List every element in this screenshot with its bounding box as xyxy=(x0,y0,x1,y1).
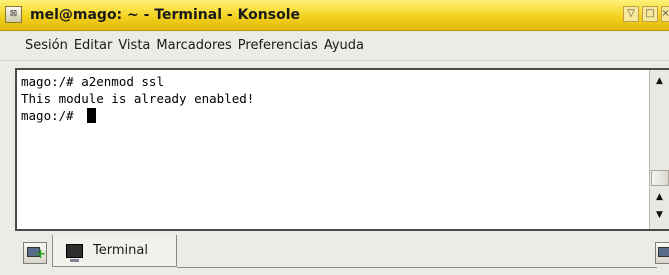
terminal-line-command: mago:/# a2enmod ssl xyxy=(21,74,164,89)
close-button[interactable]: × xyxy=(661,6,669,22)
tab-terminal[interactable]: Terminal xyxy=(52,235,177,267)
text-cursor xyxy=(87,108,97,123)
menu-sesion[interactable]: Sesión xyxy=(25,38,68,53)
tab-label: Terminal xyxy=(93,243,148,258)
scroll-up-arrow-icon[interactable]: ▲ xyxy=(650,73,669,89)
title-bar[interactable]: ⊠ mel@mago: ~ - Terminal - Konsole ▽ □ × xyxy=(0,0,669,31)
plus-icon: + xyxy=(35,247,46,262)
tab-divider xyxy=(177,267,657,268)
terminal-line-response: This module is already enabled! xyxy=(21,91,255,106)
scroll-up-arrow-icon-lower[interactable]: ▲ xyxy=(650,189,669,205)
close-session-icon xyxy=(658,247,669,257)
close-session-button[interactable] xyxy=(655,242,669,264)
maximize-button[interactable]: □ xyxy=(642,6,658,22)
terminal-scrollbar[interactable]: ▲ ▲ ▼ xyxy=(649,70,669,229)
menu-vista[interactable]: Vista xyxy=(118,38,150,53)
menu-preferencias[interactable]: Preferencias xyxy=(238,38,318,53)
terminal-output[interactable]: mago:/# a2enmod ssl This module is alrea… xyxy=(15,68,669,231)
menu-bar: Sesión Editar Vista Marcadores Preferenc… xyxy=(0,31,669,61)
terminal-icon xyxy=(66,243,83,262)
minimize-button[interactable]: ▽ xyxy=(623,6,639,22)
menu-ayuda[interactable]: Ayuda xyxy=(324,38,364,53)
session-tab-bar: + Terminal xyxy=(0,231,669,275)
window-buttons: ▽ □ × xyxy=(623,6,669,22)
window-menu-icon[interactable]: ⊠ xyxy=(5,6,22,23)
new-session-button[interactable]: + xyxy=(23,242,47,264)
menu-marcadores[interactable]: Marcadores xyxy=(156,38,231,53)
terminal-prompt: mago:/# xyxy=(21,108,82,123)
scroll-down-arrow-icon[interactable]: ▼ xyxy=(650,207,669,223)
menu-editar[interactable]: Editar xyxy=(74,38,113,53)
terminal-prompt-line: mago:/# xyxy=(21,108,97,123)
window-title: mel@mago: ~ - Terminal - Konsole xyxy=(30,7,300,23)
scroll-thumb[interactable] xyxy=(651,170,669,186)
